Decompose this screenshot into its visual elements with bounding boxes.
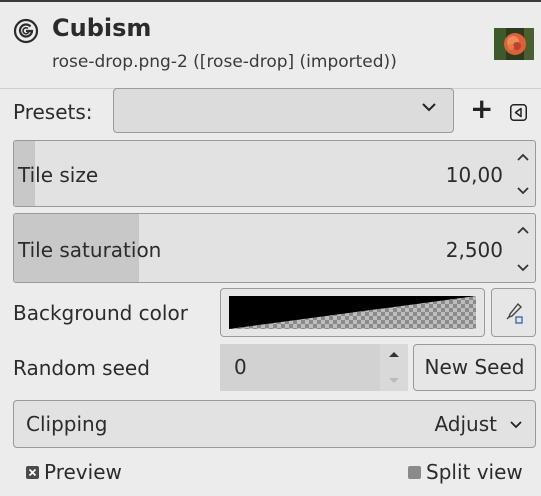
random-seed-label: Random seed bbox=[13, 356, 150, 380]
background-color-label: Background color bbox=[13, 301, 188, 325]
tile-size-label: Tile size bbox=[18, 163, 99, 187]
presets-menu-button[interactable] bbox=[510, 104, 527, 121]
color-picker-button[interactable] bbox=[491, 288, 536, 337]
tile-saturation-stepper[interactable] bbox=[511, 214, 535, 282]
tile-size-spinscale[interactable]: Tile size 10,00 bbox=[13, 140, 536, 207]
random-seed-stepper[interactable] bbox=[380, 344, 408, 391]
chevron-down-icon[interactable] bbox=[388, 377, 400, 385]
clipping-combo[interactable]: Clipping Adjust bbox=[13, 400, 536, 448]
split-view-label: Split view bbox=[426, 460, 523, 484]
tile-size-stepper[interactable] bbox=[511, 141, 535, 206]
gimp-filter-icon bbox=[13, 18, 39, 44]
chevron-down-icon bbox=[421, 99, 437, 115]
checkbox-unchecked-icon bbox=[408, 466, 421, 479]
presets-label: Presets: bbox=[13, 100, 93, 124]
clipping-label: Clipping bbox=[26, 412, 108, 436]
dialog-header: Cubism rose-drop.png-2 ([rose-drop] (imp… bbox=[0, 2, 541, 88]
tile-size-value: 10,00 bbox=[445, 163, 503, 187]
triangle-left-icon bbox=[510, 104, 527, 121]
checkbox-checked-icon bbox=[26, 466, 39, 479]
color-picker-icon bbox=[506, 302, 523, 324]
background-color-button[interactable] bbox=[220, 288, 485, 337]
image-thumbnail bbox=[494, 28, 534, 60]
split-view-checkbox[interactable]: Split view bbox=[400, 460, 541, 484]
preview-label: Preview bbox=[44, 460, 122, 484]
chevron-up-icon[interactable] bbox=[517, 226, 529, 234]
dialog-title: Cubism bbox=[52, 14, 152, 42]
add-preset-button[interactable]: + bbox=[470, 94, 493, 124]
chevron-down-icon[interactable] bbox=[517, 187, 529, 195]
random-seed-input[interactable]: 0 bbox=[220, 344, 408, 391]
chevron-down-icon[interactable] bbox=[517, 264, 529, 272]
presets-combo[interactable] bbox=[113, 88, 454, 133]
tile-saturation-spinscale[interactable]: Tile saturation 2,500 bbox=[13, 213, 536, 283]
chevron-up-icon[interactable] bbox=[517, 153, 529, 161]
tile-saturation-label: Tile saturation bbox=[18, 238, 162, 262]
chevron-up-icon[interactable] bbox=[388, 350, 400, 358]
new-seed-button[interactable]: New Seed bbox=[413, 344, 536, 391]
random-seed-value: 0 bbox=[234, 355, 247, 379]
dialog-subtitle: rose-drop.png-2 ([rose-drop] (imported)) bbox=[52, 52, 397, 72]
clipping-value: Adjust bbox=[434, 412, 497, 436]
chevron-down-icon bbox=[509, 417, 523, 431]
preview-checkbox[interactable]: Preview bbox=[22, 460, 182, 484]
tile-saturation-value: 2,500 bbox=[445, 238, 503, 262]
color-swatch bbox=[229, 296, 476, 329]
